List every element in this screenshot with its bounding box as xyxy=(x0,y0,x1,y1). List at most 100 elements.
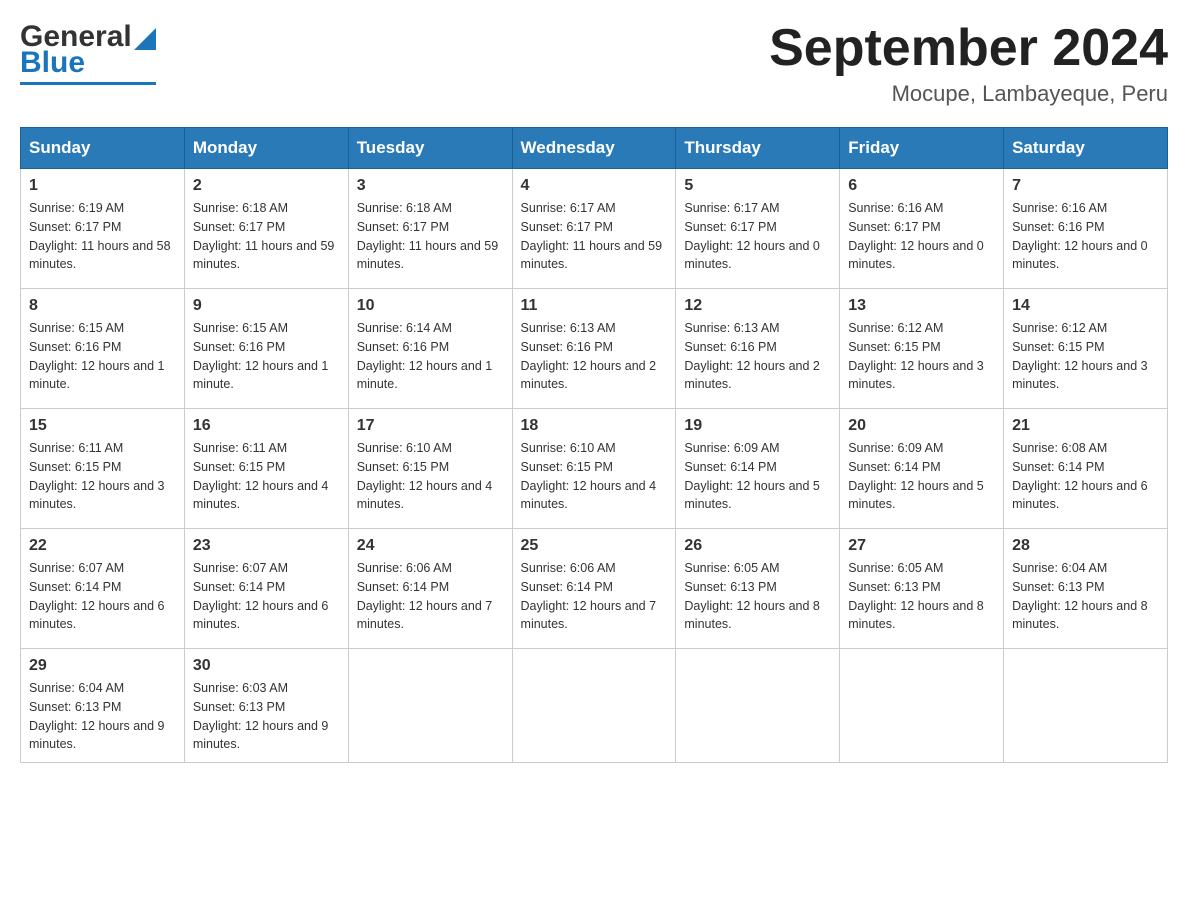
calendar-cell: 11Sunrise: 6:13 AMSunset: 6:16 PMDayligh… xyxy=(512,289,676,409)
day-number: 2 xyxy=(193,177,340,195)
calendar-cell: 2 Sunrise: 6:18 AMSunset: 6:17 PMDaylight… xyxy=(184,169,348,289)
header-thursday: Thursday xyxy=(676,128,840,169)
day-number: 28 xyxy=(1012,537,1159,555)
logo-underline xyxy=(20,82,156,85)
day-info: Sunrise: 6:07 AMSunset: 6:14 PMDaylight:… xyxy=(193,559,340,634)
calendar-cell: 14 Sunrise: 6:12 AMSunset: 6:15 PMDayligh… xyxy=(1004,289,1168,409)
header-wednesday: Wednesday xyxy=(512,128,676,169)
calendar-cell xyxy=(348,649,512,763)
calendar-cell: 17Sunrise: 6:10 AMSunset: 6:15 PMDayligh… xyxy=(348,409,512,529)
logo: General Blue xyxy=(20,20,156,85)
calendar-cell xyxy=(676,649,840,763)
calendar-cell: 13 Sunrise: 6:12 AMSunset: 6:15 PMDayligh… xyxy=(840,289,1004,409)
header-saturday: Saturday xyxy=(1004,128,1168,169)
calendar-cell: 3Sunrise: 6:18 AMSunset: 6:17 PMDaylight… xyxy=(348,169,512,289)
header-tuesday: Tuesday xyxy=(348,128,512,169)
calendar-cell: 4 Sunrise: 6:17 AMSunset: 6:17 PMDaylight… xyxy=(512,169,676,289)
month-title: September 2024 xyxy=(769,20,1168,77)
calendar-cell: 18 Sunrise: 6:10 AMSunset: 6:15 PMDayligh… xyxy=(512,409,676,529)
calendar-week-4: 22 Sunrise: 6:07 AMSunset: 6:14 PMDayligh… xyxy=(21,529,1168,649)
calendar-table: SundayMondayTuesdayWednesdayThursdayFrid… xyxy=(20,127,1168,763)
day-number: 13 xyxy=(848,297,995,315)
day-number: 9 xyxy=(193,297,340,315)
day-info: Sunrise: 6:05 AMSunset: 6:13 PMDaylight:… xyxy=(848,559,995,634)
day-info: Sunrise: 6:16 AMSunset: 6:16 PMDaylight:… xyxy=(1012,199,1159,274)
day-number: 17 xyxy=(357,417,504,435)
day-info: Sunrise: 6:05 AMSunset: 6:13 PMDaylight:… xyxy=(684,559,831,634)
logo-blue-text: Blue xyxy=(20,46,85,80)
calendar-cell: 9Sunrise: 6:15 AMSunset: 6:16 PMDaylight… xyxy=(184,289,348,409)
header-sunday: Sunday xyxy=(21,128,185,169)
calendar-cell: 7 Sunrise: 6:16 AMSunset: 6:16 PMDaylight… xyxy=(1004,169,1168,289)
calendar-cell: 21Sunrise: 6:08 AMSunset: 6:14 PMDayligh… xyxy=(1004,409,1168,529)
day-number: 5 xyxy=(684,177,831,195)
day-number: 18 xyxy=(521,417,668,435)
day-number: 25 xyxy=(521,537,668,555)
day-info: Sunrise: 6:18 AMSunset: 6:17 PMDaylight:… xyxy=(193,199,340,274)
calendar-cell: 15Sunrise: 6:11 AMSunset: 6:15 PMDayligh… xyxy=(21,409,185,529)
day-info: Sunrise: 6:07 AMSunset: 6:14 PMDaylight:… xyxy=(29,559,176,634)
calendar-cell: 30Sunrise: 6:03 AMSunset: 6:13 PMDayligh… xyxy=(184,649,348,763)
title-block: September 2024 Mocupe, Lambayeque, Peru xyxy=(769,20,1168,107)
day-number: 22 xyxy=(29,537,176,555)
day-info: Sunrise: 6:06 AMSunset: 6:14 PMDaylight:… xyxy=(521,559,668,634)
calendar-week-5: 29Sunrise: 6:04 AMSunset: 6:13 PMDayligh… xyxy=(21,649,1168,763)
day-number: 19 xyxy=(684,417,831,435)
day-info: Sunrise: 6:18 AMSunset: 6:17 PMDaylight:… xyxy=(357,199,504,274)
day-info: Sunrise: 6:04 AMSunset: 6:13 PMDaylight:… xyxy=(1012,559,1159,634)
day-number: 26 xyxy=(684,537,831,555)
day-info: Sunrise: 6:12 AMSunset: 6:15 PMDaylight:… xyxy=(1012,319,1159,394)
calendar-cell xyxy=(840,649,1004,763)
calendar-cell: 26 Sunrise: 6:05 AMSunset: 6:13 PMDayligh… xyxy=(676,529,840,649)
day-number: 30 xyxy=(193,657,340,675)
day-number: 7 xyxy=(1012,177,1159,195)
calendar-cell: 16Sunrise: 6:11 AMSunset: 6:15 PMDayligh… xyxy=(184,409,348,529)
day-info: Sunrise: 6:12 AMSunset: 6:15 PMDaylight:… xyxy=(848,319,995,394)
calendar-cell xyxy=(1004,649,1168,763)
calendar-cell: 1 Sunrise: 6:19 AMSunset: 6:17 PMDaylight… xyxy=(21,169,185,289)
calendar-cell: 23 Sunrise: 6:07 AMSunset: 6:14 PMDayligh… xyxy=(184,529,348,649)
location-text: Mocupe, Lambayeque, Peru xyxy=(769,81,1168,107)
calendar-cell: 12 Sunrise: 6:13 AMSunset: 6:16 PMDayligh… xyxy=(676,289,840,409)
day-number: 4 xyxy=(521,177,668,195)
day-info: Sunrise: 6:17 AMSunset: 6:17 PMDaylight:… xyxy=(684,199,831,274)
calendar-cell: 29Sunrise: 6:04 AMSunset: 6:13 PMDayligh… xyxy=(21,649,185,763)
day-info: Sunrise: 6:09 AMSunset: 6:14 PMDaylight:… xyxy=(848,439,995,514)
day-number: 6 xyxy=(848,177,995,195)
page-header: General Blue September 2024 Mocupe, Lamb… xyxy=(20,20,1168,107)
day-number: 8 xyxy=(29,297,176,315)
day-number: 20 xyxy=(848,417,995,435)
day-number: 14 xyxy=(1012,297,1159,315)
day-number: 1 xyxy=(29,177,176,195)
day-info: Sunrise: 6:13 AMSunset: 6:16 PMDaylight:… xyxy=(684,319,831,394)
header-friday: Friday xyxy=(840,128,1004,169)
calendar-cell: 20 Sunrise: 6:09 AMSunset: 6:14 PMDayligh… xyxy=(840,409,1004,529)
calendar-week-2: 8Sunrise: 6:15 AMSunset: 6:16 PMDaylight… xyxy=(21,289,1168,409)
calendar-cell: 24 Sunrise: 6:06 AMSunset: 6:14 PMDayligh… xyxy=(348,529,512,649)
calendar-cell: 8Sunrise: 6:15 AMSunset: 6:16 PMDaylight… xyxy=(21,289,185,409)
header-monday: Monday xyxy=(184,128,348,169)
calendar-cell xyxy=(512,649,676,763)
calendar-header-row: SundayMondayTuesdayWednesdayThursdayFrid… xyxy=(21,128,1168,169)
day-info: Sunrise: 6:10 AMSunset: 6:15 PMDaylight:… xyxy=(521,439,668,514)
calendar-week-1: 1 Sunrise: 6:19 AMSunset: 6:17 PMDaylight… xyxy=(21,169,1168,289)
calendar-cell: 28 Sunrise: 6:04 AMSunset: 6:13 PMDayligh… xyxy=(1004,529,1168,649)
day-info: Sunrise: 6:13 AMSunset: 6:16 PMDaylight:… xyxy=(521,319,668,394)
day-info: Sunrise: 6:06 AMSunset: 6:14 PMDaylight:… xyxy=(357,559,504,634)
day-number: 10 xyxy=(357,297,504,315)
day-info: Sunrise: 6:16 AMSunset: 6:17 PMDaylight:… xyxy=(848,199,995,274)
calendar-cell: 10Sunrise: 6:14 AMSunset: 6:16 PMDayligh… xyxy=(348,289,512,409)
day-number: 27 xyxy=(848,537,995,555)
day-number: 12 xyxy=(684,297,831,315)
calendar-cell: 25 Sunrise: 6:06 AMSunset: 6:14 PMDayligh… xyxy=(512,529,676,649)
day-info: Sunrise: 6:11 AMSunset: 6:15 PMDaylight:… xyxy=(193,439,340,514)
day-info: Sunrise: 6:17 AMSunset: 6:17 PMDaylight:… xyxy=(521,199,668,274)
calendar-week-3: 15Sunrise: 6:11 AMSunset: 6:15 PMDayligh… xyxy=(21,409,1168,529)
calendar-cell: 27 Sunrise: 6:05 AMSunset: 6:13 PMDayligh… xyxy=(840,529,1004,649)
day-number: 24 xyxy=(357,537,504,555)
day-info: Sunrise: 6:19 AMSunset: 6:17 PMDaylight:… xyxy=(29,199,176,274)
day-info: Sunrise: 6:11 AMSunset: 6:15 PMDaylight:… xyxy=(29,439,176,514)
day-info: Sunrise: 6:04 AMSunset: 6:13 PMDaylight:… xyxy=(29,679,176,754)
day-info: Sunrise: 6:09 AMSunset: 6:14 PMDaylight:… xyxy=(684,439,831,514)
day-number: 23 xyxy=(193,537,340,555)
